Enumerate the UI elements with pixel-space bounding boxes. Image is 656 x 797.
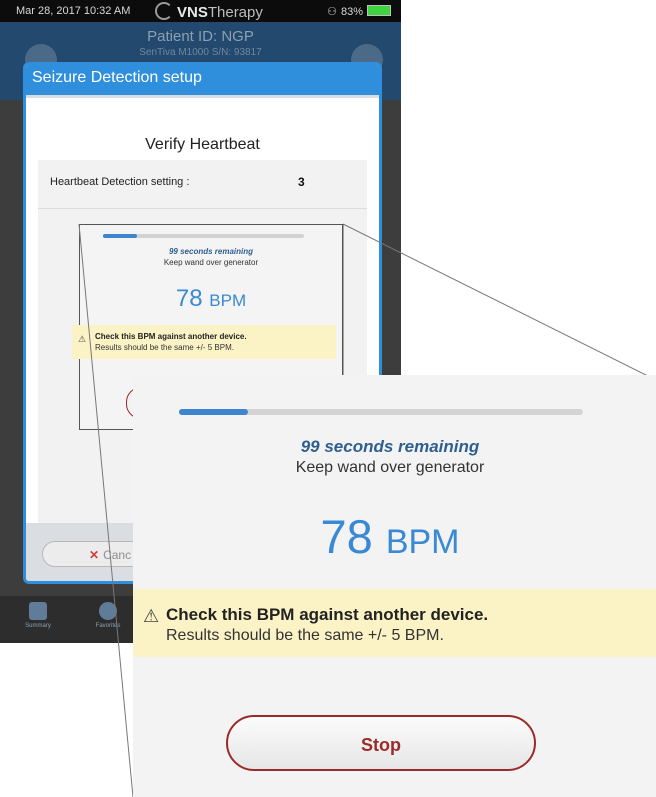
wand-instruction-small: Keep wand over generator xyxy=(163,258,259,267)
vns-therapy-logo: VNSTherapy xyxy=(155,2,263,21)
heartbeat-setting-row: Heartbeat Detection setting : 3 xyxy=(38,160,367,209)
warning-title-small: Check this BPM against another device. xyxy=(95,332,247,341)
bpm-unit-small: BPM xyxy=(209,291,247,310)
stop-button[interactable]: Stop xyxy=(226,715,536,771)
progress-track-small xyxy=(103,234,304,238)
setting-label: Heartbeat Detection setting : xyxy=(50,176,190,188)
brand-bold: VNS xyxy=(177,4,208,21)
verify-heartbeat-heading: Verify Heartbeat xyxy=(145,136,260,153)
favorites-icon xyxy=(99,602,117,620)
bpm-value-small: 78 xyxy=(175,285,203,312)
warning-title: Check this BPM against another device. xyxy=(166,605,489,624)
progress-fill xyxy=(179,409,248,415)
summary-icon xyxy=(29,602,47,620)
wand-instruction: Keep wand over generator xyxy=(295,459,485,476)
seconds-remaining: 99 seconds remaining xyxy=(300,437,480,456)
battery-percent: 83% xyxy=(340,6,363,18)
seconds-remaining-small: 99 seconds remaining xyxy=(168,247,254,256)
warning-detail-small: Results should be the same +/- 5 BPM. xyxy=(95,343,234,352)
bpm-readout-small: 78 BPM xyxy=(80,285,342,313)
progress-track xyxy=(179,409,583,415)
brand-light: Therapy xyxy=(207,4,263,21)
vns-logo-icon xyxy=(155,2,173,20)
battery-status: ⚇ 83% xyxy=(327,5,391,18)
heartbeat-zoom-panel: 99 seconds remaining Keep wand over gene… xyxy=(133,375,656,797)
device-serial: SenTiva M1000 S/N: 93817 xyxy=(139,47,262,58)
bpm-unit: BPM xyxy=(385,523,460,561)
close-icon: ✕ xyxy=(89,548,100,562)
cancel-label: Canc xyxy=(103,548,132,562)
nav-label-summary: Summary xyxy=(25,623,51,629)
status-bar: Mar 28, 2017 10:32 AM VNSTherapy ⚇ 83% xyxy=(0,0,401,22)
nav-item-summary[interactable]: Summary xyxy=(13,602,63,629)
battery-icon xyxy=(367,5,391,16)
bpm-warning: ⚠ Check this BPM against another device.… xyxy=(133,589,656,657)
bpm-value: 78 xyxy=(320,510,373,563)
patient-id: Patient ID: NGP xyxy=(147,28,254,45)
bpm-warning-small: ⚠ Check this BPM against another device.… xyxy=(72,325,336,359)
bpm-readout: 78 BPM xyxy=(133,509,647,564)
progress-fill-small xyxy=(103,234,138,238)
nav-item-favorites[interactable]: Favorites xyxy=(83,602,133,629)
warning-icon: ⚠ xyxy=(78,334,87,344)
bluetooth-icon: ⚇ xyxy=(327,6,337,18)
nav-label-favorites: Favorites xyxy=(95,623,121,629)
modal-title: Seizure Detection setup xyxy=(26,65,379,95)
status-datetime: Mar 28, 2017 10:32 AM xyxy=(16,5,131,17)
warning-detail: Results should be the same +/- 5 BPM. xyxy=(166,627,444,644)
warning-icon: ⚠ xyxy=(143,606,160,626)
setting-value: 3 xyxy=(298,175,305,189)
